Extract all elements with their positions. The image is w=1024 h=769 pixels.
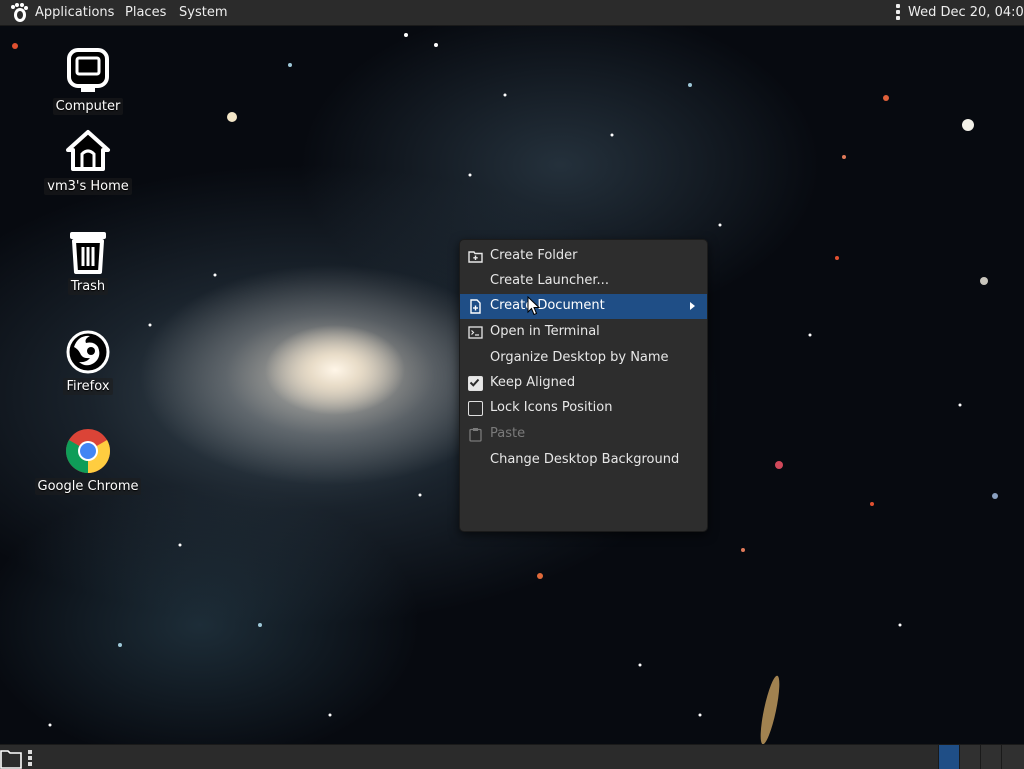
terminal-icon [468, 326, 483, 339]
menu-item-open-in-terminal[interactable]: Open in Terminal [460, 320, 707, 345]
bottom-panel [0, 744, 1024, 769]
desktop-context-menu: Create Folder Create Launcher... Create … [459, 239, 708, 532]
show-desktop-icon[interactable] [0, 747, 24, 769]
desktop-icon-label: Google Chrome [34, 478, 142, 495]
clock[interactable]: Wed Dec 20, 04:01 [908, 5, 1024, 20]
menu-item-label: Keep Aligned [490, 375, 576, 390]
workspace-4[interactable] [1001, 745, 1024, 769]
desktop-icon-computer[interactable]: Computer [33, 47, 143, 115]
system-menu[interactable]: System [179, 5, 227, 20]
panel-handle-icon[interactable] [28, 750, 34, 766]
desktop-icon-firefox[interactable]: Firefox [33, 327, 143, 395]
document-add-icon [470, 299, 481, 314]
menu-item-keep-aligned[interactable]: Keep Aligned [460, 371, 707, 396]
desktop-icon-google-chrome[interactable]: Google Chrome [33, 427, 143, 495]
clipboard-icon [469, 428, 482, 442]
firefox-icon [66, 330, 110, 374]
menu-item-organize-desktop[interactable]: Organize Desktop by Name [460, 346, 707, 371]
menu-item-label: Create Launcher... [490, 273, 609, 288]
menu-item-label: Lock Icons Position [490, 400, 613, 415]
desktop-icon-trash[interactable]: Trash [33, 227, 143, 295]
menu-item-label: Change Desktop Background [490, 452, 680, 467]
menu-item-create-folder[interactable]: Create Folder [460, 244, 707, 269]
desktop-icon-home[interactable]: vm3's Home [33, 127, 143, 195]
chrome-icon [66, 429, 110, 473]
places-menu[interactable]: Places [125, 5, 166, 20]
applications-menu[interactable]: Applications [35, 5, 114, 20]
menu-item-label: Paste [490, 426, 526, 441]
menu-item-change-background[interactable]: Change Desktop Background [460, 448, 707, 473]
menu-item-label: Create Document [490, 298, 605, 313]
mouse-pointer-icon [527, 296, 541, 316]
desktop-icon-label: Firefox [63, 378, 113, 395]
menu-item-create-document[interactable]: Create Document [460, 294, 707, 319]
folder-add-icon [468, 251, 483, 263]
workspace-2[interactable] [959, 745, 980, 769]
menu-item-label: Organize Desktop by Name [490, 350, 669, 365]
lock-icons-checkbox[interactable] [468, 401, 483, 416]
gnome-foot-icon[interactable] [8, 2, 29, 23]
top-panel: Applications Places System Wed Dec 20, 0… [0, 0, 1024, 26]
checkmark-icon [469, 378, 480, 387]
desktop-icon-label: Trash [67, 278, 109, 295]
desktop-icon-label: vm3's Home [44, 178, 132, 195]
menu-item-lock-icons-position[interactable]: Lock Icons Position [460, 396, 707, 421]
home-folder-icon [66, 130, 110, 171]
workspace-1[interactable] [938, 745, 959, 769]
submenu-arrow-icon [690, 302, 695, 310]
menu-item-label: Create Folder [490, 248, 578, 263]
workspace-3[interactable] [980, 745, 1001, 769]
panel-handle-icon[interactable] [895, 4, 901, 21]
menu-item-paste[interactable]: Paste [460, 422, 707, 447]
menu-item-label: Open in Terminal [490, 324, 600, 339]
trash-icon [70, 232, 106, 274]
computer-icon [67, 48, 109, 92]
menu-item-create-launcher[interactable]: Create Launcher... [460, 269, 707, 294]
desktop-icon-label: Computer [52, 98, 124, 115]
keep-aligned-checkbox[interactable] [468, 376, 483, 391]
